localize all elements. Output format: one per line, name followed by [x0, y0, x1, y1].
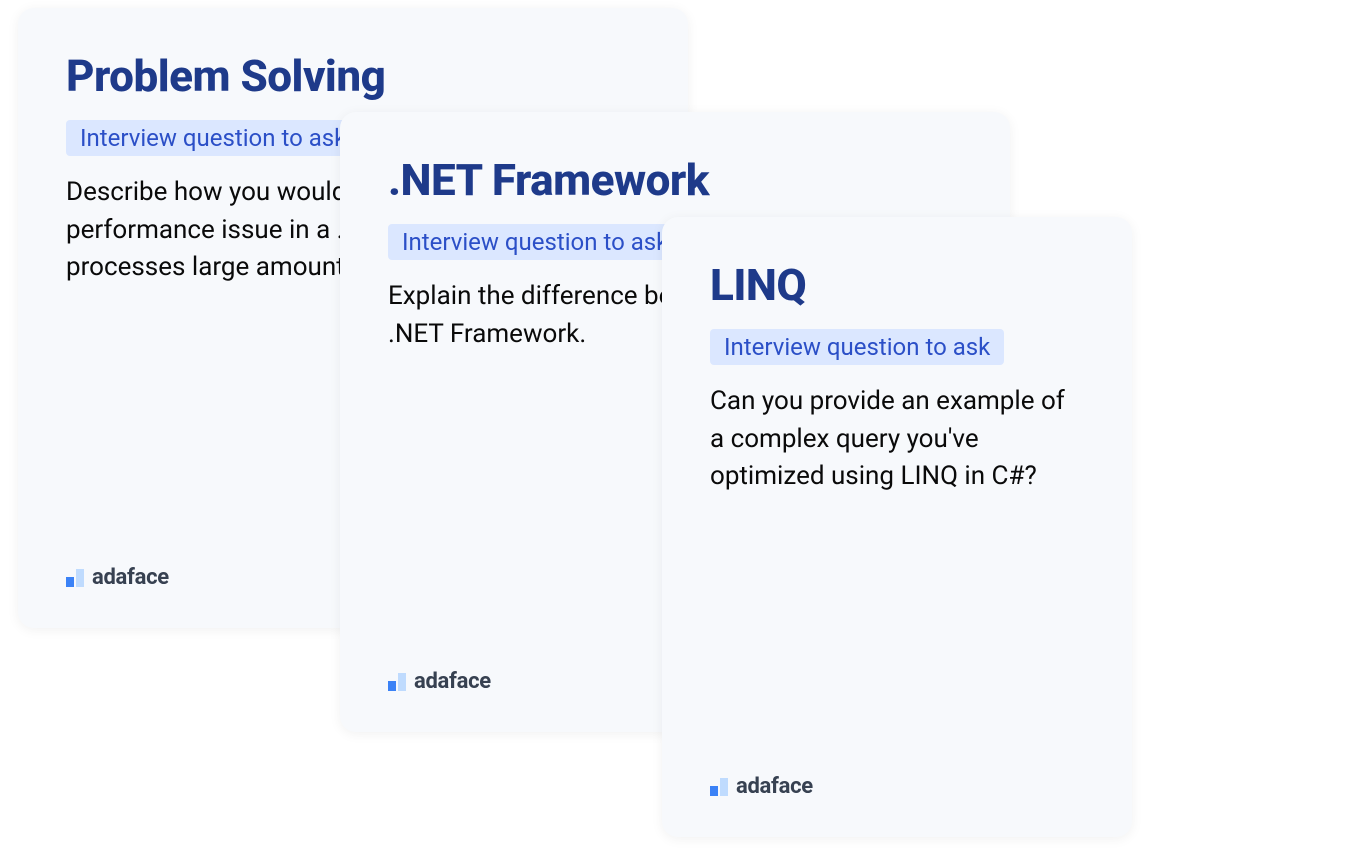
adaface-logo-icon	[66, 569, 84, 587]
adaface-logo-icon	[710, 778, 728, 796]
card-title: Problem Solving	[66, 50, 640, 102]
card-tag: Interview question to ask	[66, 120, 360, 156]
card-tag: Interview question to ask	[710, 329, 1004, 365]
logo: adaface	[710, 774, 1084, 799]
interview-card-linq: LINQ Interview question to ask Can you p…	[662, 217, 1132, 837]
card-title: LINQ	[710, 259, 1084, 311]
card-question: Can you provide an example of a complex …	[710, 383, 1084, 496]
adaface-logo-icon	[388, 673, 406, 691]
card-title: .NET Framework	[388, 154, 962, 206]
logo-text: adaface	[736, 774, 813, 799]
logo-text: adaface	[414, 669, 491, 694]
card-tag: Interview question to ask	[388, 224, 682, 260]
logo-text: adaface	[92, 565, 169, 590]
